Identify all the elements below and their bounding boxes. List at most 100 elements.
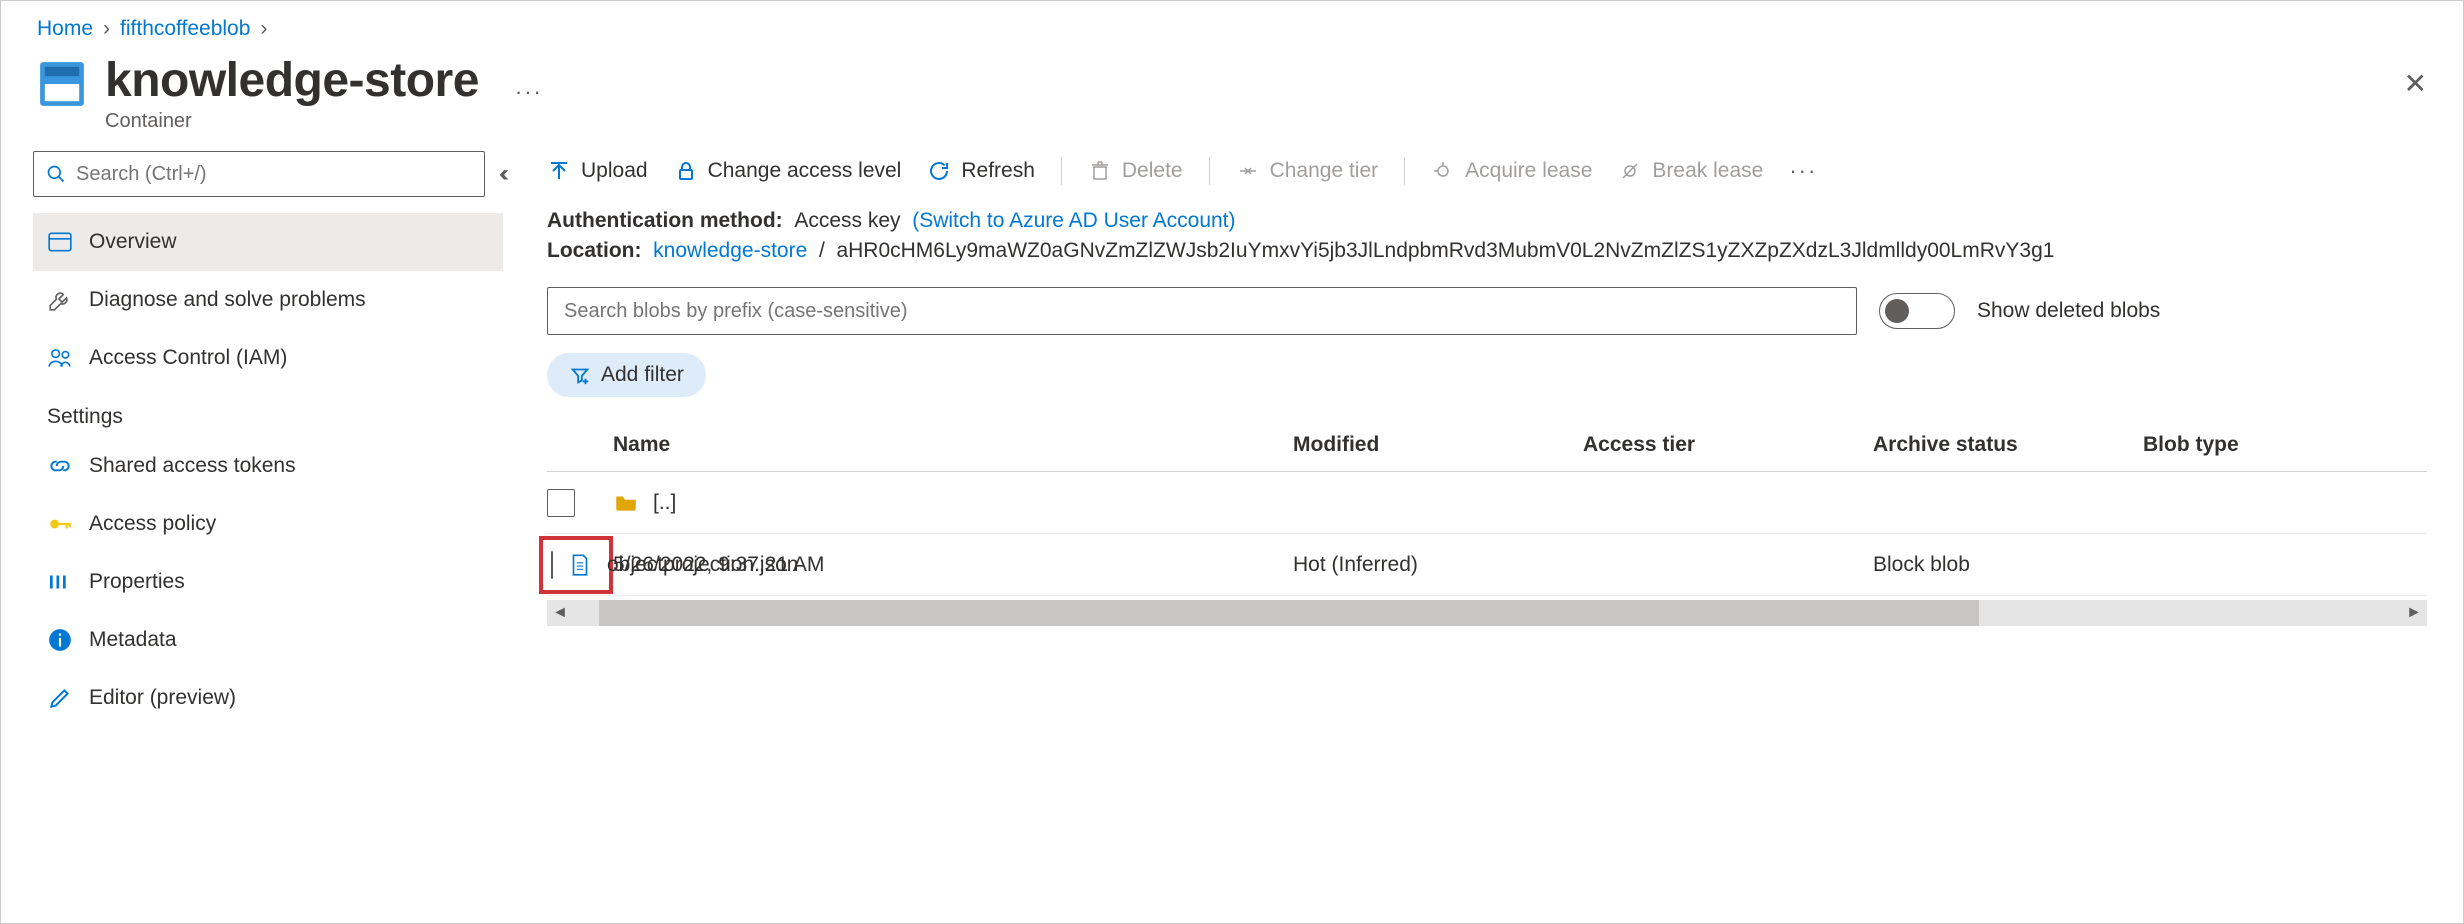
- auth-value: Access key: [794, 209, 900, 232]
- sidebar-item-label: Access Control (IAM): [89, 346, 287, 370]
- main-panel: Upload Change access level Refresh Delet…: [511, 151, 2463, 727]
- container-icon: [37, 59, 87, 109]
- breadcrumb-home[interactable]: Home: [37, 17, 93, 41]
- toolbar-separator: [1209, 157, 1210, 185]
- scrollbar-thumb[interactable]: [599, 600, 1979, 626]
- toolbar-label: Acquire lease: [1465, 159, 1592, 183]
- acquire-lease-button: Acquire lease: [1431, 159, 1592, 183]
- upload-button[interactable]: Upload: [547, 159, 648, 183]
- sidebar-item-label: Metadata: [89, 628, 177, 652]
- sidebar-item-properties[interactable]: Properties: [33, 553, 503, 611]
- auth-label: Authentication method:: [547, 209, 783, 232]
- table-header: Name Modified Access tier Archive status…: [547, 433, 2427, 472]
- sidebar-item-label: Overview: [89, 230, 177, 254]
- info-icon: [47, 627, 73, 653]
- sidebar-item-label: Shared access tokens: [89, 454, 296, 478]
- sidebar-item-label: Properties: [89, 570, 185, 594]
- location-sep: /: [819, 239, 825, 262]
- sidebar-item-iam[interactable]: Access Control (IAM): [33, 329, 503, 387]
- filter-plus-icon: [569, 364, 591, 386]
- table-row-parent[interactable]: [..]: [547, 472, 2427, 534]
- col-archive[interactable]: Archive status: [1873, 433, 2143, 457]
- horizontal-scrollbar[interactable]: ◄ ►: [547, 600, 2427, 626]
- breadcrumb-storage[interactable]: fifthcoffeeblob: [120, 17, 250, 41]
- sidebar-item-label: Diagnose and solve problems: [89, 288, 366, 312]
- blobs-table: Name Modified Access tier Archive status…: [547, 433, 2427, 626]
- col-modified[interactable]: Modified: [1293, 433, 1583, 457]
- col-type[interactable]: Blob type: [2143, 433, 2427, 457]
- col-tier[interactable]: Access tier: [1583, 433, 1873, 457]
- sidebar-item-sas[interactable]: Shared access tokens: [33, 437, 503, 495]
- lock-icon: [674, 159, 698, 183]
- sidebar-item-label: Editor (preview): [89, 686, 236, 710]
- scroll-right-icon[interactable]: ►: [2401, 604, 2427, 622]
- col-name[interactable]: Name: [613, 433, 1293, 457]
- location-line: Location: knowledge-store / aHR0cHM6Ly9m…: [547, 239, 2427, 263]
- row-tier: Hot (Inferred): [1293, 553, 1583, 577]
- sidebar: ‹‹ Overview Diagnose and solve problems …: [1, 151, 511, 727]
- wrench-icon: [47, 287, 73, 313]
- toolbar-label: Change tier: [1270, 159, 1379, 183]
- sidebar-search-input[interactable]: [66, 163, 472, 186]
- toolbar-separator: [1404, 157, 1405, 185]
- location-link[interactable]: knowledge-store: [653, 239, 807, 262]
- sidebar-item-diagnose[interactable]: Diagnose and solve problems: [33, 271, 503, 329]
- toolbar-label: Break lease: [1652, 159, 1763, 183]
- sidebar-item-label: Access policy: [89, 512, 216, 536]
- toolbar-label: Refresh: [961, 159, 1035, 183]
- more-actions-icon[interactable]: ···: [515, 79, 543, 105]
- overview-icon: [47, 229, 73, 255]
- breadcrumb: Home › fifthcoffeeblob ›: [1, 1, 2463, 49]
- show-deleted-toggle[interactable]: [1879, 293, 1955, 329]
- sidebar-item-overview[interactable]: Overview: [33, 213, 503, 271]
- delete-button: Delete: [1088, 159, 1183, 183]
- toolbar-label: Upload: [581, 159, 648, 183]
- refresh-icon: [927, 159, 951, 183]
- page-subtitle: Container: [105, 110, 479, 133]
- break-icon: [1618, 159, 1642, 183]
- auth-method-line: Authentication method: Access key (Switc…: [547, 209, 2427, 233]
- row-modified: 5/26/2022, 9:37:21 AM: [613, 553, 1293, 577]
- sidebar-item-editor[interactable]: Editor (preview): [33, 669, 503, 727]
- refresh-button[interactable]: Refresh: [927, 159, 1035, 183]
- switch-auth-link[interactable]: (Switch to Azure AD User Account): [912, 209, 1235, 232]
- upload-icon: [547, 159, 571, 183]
- scroll-left-icon[interactable]: ◄: [547, 604, 573, 622]
- location-path: aHR0cHM6Ly9maWZ0aGNvZmZlZWJsb2IuYmxvYi5j…: [836, 239, 2054, 262]
- close-icon[interactable]: ✕: [2404, 67, 2427, 100]
- row-checkbox[interactable]: [547, 489, 575, 517]
- row-checkbox[interactable]: [551, 551, 553, 579]
- collapse-sidebar-icon[interactable]: ‹‹: [499, 160, 503, 188]
- page-title: knowledge-store: [105, 53, 479, 108]
- toolbar-separator: [1061, 157, 1062, 185]
- toolbar-more-icon[interactable]: ···: [1789, 158, 1817, 184]
- chevron-right-icon: ›: [256, 17, 271, 41]
- blob-search-input[interactable]: [547, 287, 1857, 335]
- file-icon: [567, 552, 593, 578]
- people-icon: [47, 345, 73, 371]
- location-label: Location:: [547, 239, 642, 262]
- acquire-icon: [1431, 159, 1455, 183]
- sidebar-search[interactable]: [33, 151, 485, 197]
- add-filter-label: Add filter: [601, 363, 684, 387]
- row-name: [..]: [653, 491, 676, 515]
- link-icon: [47, 453, 73, 479]
- add-filter-button[interactable]: Add filter: [547, 353, 706, 397]
- row-type: Block blob: [1873, 553, 2143, 577]
- pencil-icon: [47, 685, 73, 711]
- folder-icon: [613, 490, 639, 516]
- toolbar-label: Delete: [1122, 159, 1183, 183]
- break-lease-button: Break lease: [1618, 159, 1763, 183]
- trash-icon: [1088, 159, 1112, 183]
- change-access-button[interactable]: Change access level: [674, 159, 902, 183]
- table-row-file[interactable]: objectprojection.json 5/26/2022, 9:37:21…: [547, 534, 2427, 596]
- sidebar-item-policy[interactable]: Access policy: [33, 495, 503, 553]
- page-header: knowledge-store Container ··· ✕: [1, 49, 2463, 151]
- sidebar-item-metadata[interactable]: Metadata: [33, 611, 503, 669]
- toolbar-label: Change access level: [708, 159, 902, 183]
- chevron-right-icon: ›: [99, 17, 114, 41]
- toolbar: Upload Change access level Refresh Delet…: [547, 151, 2427, 209]
- show-deleted-label: Show deleted blobs: [1977, 299, 2160, 323]
- sidebar-section-settings: Settings: [33, 387, 503, 437]
- key-icon: [47, 511, 73, 537]
